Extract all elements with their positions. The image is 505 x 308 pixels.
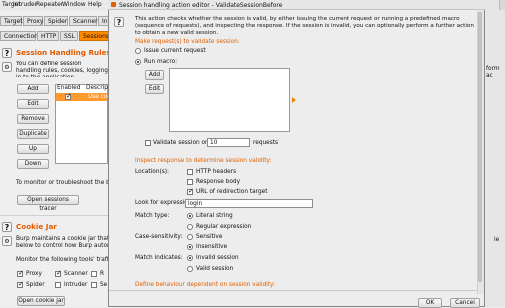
right-panel-edge [485, 0, 505, 307]
match-type-label: Match type: [135, 213, 170, 219]
add-macro-button[interactable]: Add [145, 70, 164, 80]
invalid-session-radio[interactable] [187, 255, 193, 261]
http-headers-label: HTTP headers [196, 169, 237, 175]
add-rule-button[interactable]: Add [17, 84, 49, 94]
open-cookie-jar-button[interactable]: Open cookie jar [17, 296, 65, 306]
menu-intruder[interactable]: Intruder [13, 1, 37, 8]
menu-help[interactable]: Help [88, 1, 102, 8]
macro-list[interactable] [169, 68, 290, 132]
right-edge-text: form ac [486, 66, 500, 79]
url-redirection-label: URL of redirection target [196, 189, 268, 195]
menu-repeater[interactable]: Repeater [36, 1, 63, 8]
dialog-title: Session handling action editor - Validat… [119, 2, 283, 9]
tab-sessions[interactable]: Sessions [79, 31, 109, 41]
regex-label: Regular expression [196, 224, 252, 230]
edit-rule-button[interactable]: Edit [17, 99, 49, 109]
tab-proxy[interactable]: Proxy [23, 16, 43, 26]
dialog-scrollbar-thumb[interactable] [478, 12, 482, 282]
match-indicates-label: Match indicates: [135, 255, 183, 261]
intruder-checkbox[interactable] [55, 282, 61, 288]
literal-string-label: Literal string [196, 213, 233, 219]
proxy-checkbox[interactable] [17, 269, 24, 277]
tab-spider[interactable]: Spider [44, 16, 68, 26]
settings-icon[interactable]: ⚙ [2, 62, 12, 72]
scanner-label: Scanner [64, 271, 88, 277]
tab-ssl[interactable]: SSL [60, 31, 78, 41]
right-edge-text: ie [494, 237, 500, 243]
proxy-label: Proxy [26, 271, 42, 277]
locations-label: Location(s): [135, 169, 170, 175]
sequencer-checkbox[interactable] [91, 282, 97, 288]
edit-macro-button[interactable]: Edit [145, 84, 164, 94]
up-rule-button[interactable]: Up [17, 144, 49, 154]
help-icon[interactable]: ? [2, 222, 12, 232]
expand-arrow-icon[interactable] [292, 97, 296, 103]
header-description: Descrip [86, 85, 108, 91]
insensitive-label: Insensitive [196, 244, 228, 250]
cookie-jar-title: Cookie Jar [16, 222, 57, 231]
run-macro-label: Run macro: [144, 59, 178, 65]
burp-icon [111, 2, 116, 7]
case-sensitivity-label: Case-sensitivity: [135, 234, 183, 240]
help-icon[interactable]: ? [2, 48, 12, 58]
intruder-label: Intruder [64, 282, 88, 288]
response-body-checkbox[interactable] [187, 179, 193, 185]
scanner-checkbox[interactable] [55, 269, 62, 277]
session-rules-description: You can define session handling rules, c… [16, 61, 108, 77]
window-control[interactable] [499, 0, 505, 10]
session-rules-title: Session Handling Rules [16, 48, 111, 57]
make-requests-label: Make request(s) to validate session: [135, 39, 240, 45]
tab-scanner[interactable]: Scanner [69, 16, 98, 26]
define-behaviour-label: Define behaviour dependent on session va… [135, 282, 276, 288]
spider-label: Spider [26, 282, 45, 288]
url-redirection-checkbox[interactable] [187, 187, 194, 195]
response-body-label: Response body [196, 179, 241, 185]
sensitive-label: Sensitive [196, 234, 223, 240]
divider [0, 215, 108, 216]
issue-current-request-radio[interactable] [135, 48, 141, 54]
tab-connections[interactable]: Connections [0, 31, 41, 41]
open-sessions-tracer-button[interactable]: Open sessions tracer [17, 195, 79, 212]
menu-window[interactable]: Window [62, 1, 86, 8]
valid-session-label: Valid session [196, 266, 234, 272]
down-rule-button[interactable]: Down [17, 159, 49, 169]
settings-icon[interactable]: ⚙ [2, 236, 12, 246]
insensitive-radio[interactable] [187, 244, 193, 250]
http-headers-checkbox[interactable] [187, 169, 193, 175]
look-for-input[interactable]: login [185, 199, 313, 208]
requests-label: requests [253, 140, 279, 146]
remove-rule-button[interactable]: Remove [17, 114, 49, 124]
sequencer-label: Se [100, 282, 108, 288]
invalid-session-label: Invalid session [196, 255, 239, 261]
dialog-description: This action checks whether the session i… [135, 16, 474, 37]
duplicate-rule-button[interactable]: Duplicate [17, 129, 49, 139]
help-icon[interactable]: ? [114, 17, 124, 27]
rule-enabled-checkbox[interactable] [65, 92, 72, 100]
repeater-checkbox[interactable] [91, 271, 97, 277]
issue-current-request-label: Issue current request [144, 48, 206, 54]
tab-target[interactable]: Target [0, 16, 23, 26]
sensitive-radio[interactable] [187, 234, 193, 240]
valid-session-radio[interactable] [187, 266, 193, 272]
dialog-footer-divider [109, 290, 484, 291]
header-enabled: Enabled [57, 85, 81, 91]
validate-only-every-checkbox[interactable] [145, 140, 151, 146]
tab-http[interactable]: HTTP [37, 31, 59, 41]
repeater-label: R [100, 271, 105, 277]
inspect-label: Inspect response to determine session va… [135, 158, 272, 164]
run-macro-radio[interactable] [135, 59, 141, 65]
validate-every-input[interactable]: 10 [207, 138, 250, 147]
spider-checkbox[interactable] [17, 280, 24, 288]
regex-radio[interactable] [187, 224, 193, 230]
literal-string-radio[interactable] [187, 213, 193, 219]
